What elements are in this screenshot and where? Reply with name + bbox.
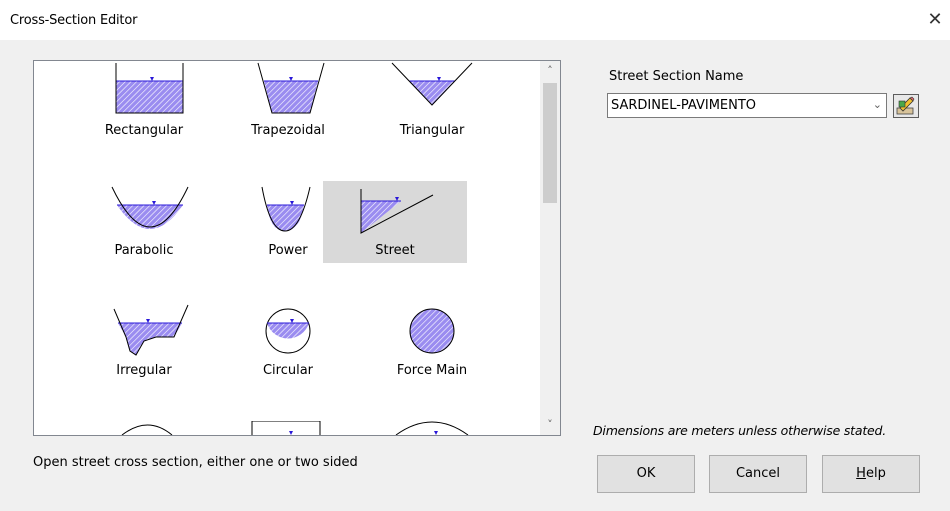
shape-label: Trapezoidal: [251, 123, 325, 138]
help-mnemonic: H: [856, 466, 866, 481]
shape-partial-1[interactable]: [72, 421, 216, 435]
shape-rectangular[interactable]: Rectangular: [72, 61, 216, 143]
gallery-scrollbar[interactable]: ˄ ˅: [540, 61, 560, 435]
shape-parabolic[interactable]: Parabolic: [72, 181, 216, 263]
shape-label: Circular: [262, 363, 314, 378]
shape-triangular[interactable]: Triangular: [360, 61, 504, 143]
window-title: Cross-Section Editor: [10, 13, 138, 28]
scroll-down-icon[interactable]: ˅: [540, 415, 560, 435]
scroll-up-icon[interactable]: ˄: [540, 61, 560, 81]
shape-gallery[interactable]: Rectangular Trapezoidal Triangular Parab…: [33, 60, 561, 436]
street-section-label: Street Section Name: [609, 69, 744, 84]
street-section-value: SARDINEL-PAVIMENTO: [611, 98, 757, 113]
shape-street[interactable]: Street: [323, 181, 467, 263]
close-button[interactable]: ✕: [920, 6, 950, 34]
rect-closed-icon: [251, 421, 321, 435]
edit-street-button[interactable]: [893, 94, 919, 118]
shape-label: Rectangular: [104, 123, 184, 138]
edit-pencil-icon: [896, 96, 915, 115]
egg-shape-icon: [121, 424, 173, 435]
shape-label: Force Main: [396, 363, 468, 378]
units-note: Dimensions are meters unless otherwise s…: [593, 423, 887, 438]
shape-partial-3[interactable]: [360, 421, 504, 435]
shape-label: Irregular: [116, 363, 172, 378]
help-label-rest: elp: [865, 466, 886, 481]
street-section-select[interactable]: SARDINEL-PAVIMENTO ⌄: [607, 93, 887, 118]
shape-label: Parabolic: [114, 243, 174, 258]
shape-gallery-viewport: Rectangular Trapezoidal Triangular Parab…: [34, 61, 539, 435]
scroll-thumb[interactable]: [543, 83, 557, 203]
ellipse-icon: [395, 421, 469, 435]
shape-partial-2[interactable]: [216, 421, 360, 435]
title-bar: Cross-Section Editor ✕: [0, 0, 950, 40]
help-button[interactable]: Help: [822, 455, 920, 493]
shape-label: Triangular: [399, 123, 465, 138]
shape-description: Open street cross section, either one or…: [33, 455, 358, 470]
ok-button[interactable]: OK: [597, 455, 695, 493]
chevron-down-icon[interactable]: ⌄: [873, 98, 882, 111]
shape-label: Street: [375, 243, 415, 258]
shape-circular[interactable]: Circular: [216, 301, 360, 383]
cancel-button[interactable]: Cancel: [709, 455, 807, 493]
shape-irregular[interactable]: Irregular: [72, 301, 216, 383]
shape-force-main[interactable]: Force Main: [360, 301, 504, 383]
shape-trapezoidal[interactable]: Trapezoidal: [216, 61, 360, 143]
